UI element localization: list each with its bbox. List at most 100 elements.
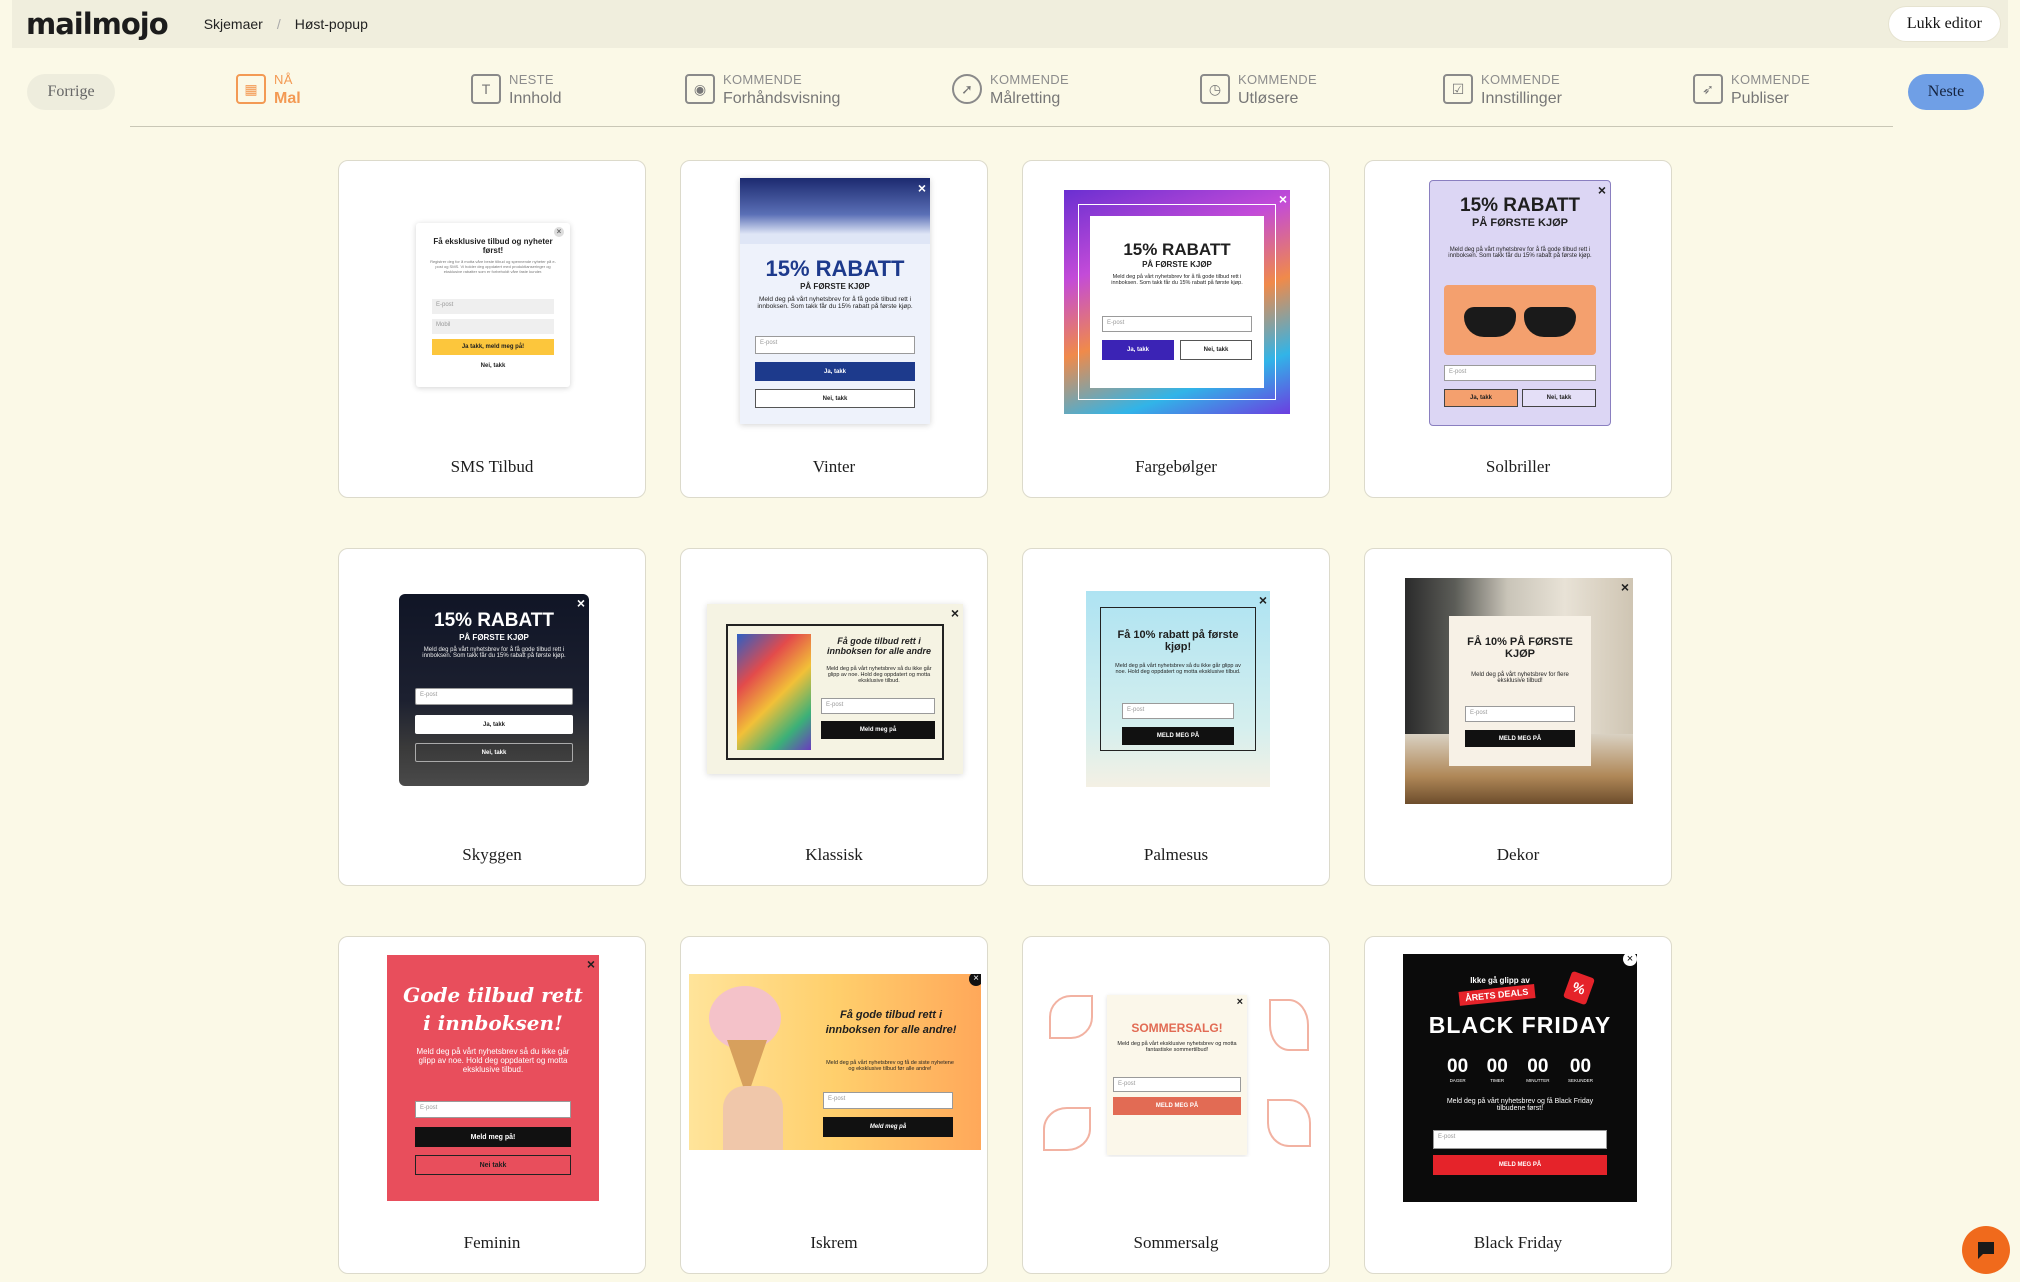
preview-tag: ÅRETS DEALS	[1458, 984, 1536, 1006]
close-editor-button[interactable]: Lukk editor	[1888, 7, 2000, 41]
preview-email-input: E-post	[1433, 1130, 1607, 1149]
mailmojo-logo[interactable]: mailmojo	[26, 7, 169, 41]
preview-cta-button: MELD MEG PÅ	[1465, 730, 1575, 747]
preview-email-input: E-post	[432, 299, 554, 314]
step-utlosere[interactable]: ◷ KOMMENDE Utløsere	[1200, 70, 1317, 108]
preview-body: Meld deg på vårt eksklusive nyhetsbrev o…	[1117, 1041, 1237, 1053]
preview-body: Meld deg på vårt nyhetsbrev så du ikke g…	[826, 666, 932, 684]
step-name: Forhåndsvisning	[723, 90, 841, 107]
step-name: Innhold	[509, 90, 562, 107]
preview-cta-button: MELD MEG PÅ	[1113, 1097, 1241, 1115]
checklist-icon: ☑	[1443, 74, 1473, 104]
preview-email-input: E-post	[821, 698, 935, 714]
template-preview: × 15% RABATT PÅ FØRSTE KJØP Meld deg på …	[399, 594, 589, 786]
steps-divider	[130, 126, 1893, 127]
template-name: SMS Tilbud	[450, 457, 534, 476]
preview-subheadline: PÅ FØRSTE KJØP	[800, 282, 870, 291]
close-icon: ×	[1620, 579, 1629, 595]
step-status: NÅ	[274, 72, 293, 87]
breadcrumb-current: Høst-popup	[294, 16, 368, 32]
template-card-black-friday[interactable]: × Ikke gå glipp av ÅRETS DEALS % BLACK F…	[1364, 936, 1672, 1274]
countdown-minutes: 00	[1527, 1056, 1549, 1077]
countdown-unit: TIMER	[1490, 1078, 1505, 1083]
breadcrumb-separator: /	[276, 16, 281, 32]
template-name: Iskrem	[810, 1233, 858, 1252]
leaf-decoration	[1269, 999, 1309, 1051]
preview-no-button: Nei takk	[415, 1155, 571, 1175]
close-icon: ×	[1258, 592, 1267, 608]
close-icon: ×	[950, 605, 959, 621]
preview-body: Meld deg på vårt nyhetsbrev og få Black …	[1446, 1098, 1594, 1112]
chat-icon	[1978, 1242, 1994, 1259]
preview-no-button: Nei, takk	[755, 389, 915, 408]
template-card-dekor[interactable]: × FÅ 10% PÅ FØRSTE KJØP Meld deg på vårt…	[1364, 548, 1672, 886]
previous-button[interactable]: Forrige	[27, 74, 115, 110]
step-innstillinger[interactable]: ☑ KOMMENDE Innstillinger	[1443, 70, 1562, 108]
preview-yes-button: Ja takk, meld meg på!	[432, 339, 554, 355]
countdown-unit: MINUTTER	[1526, 1078, 1550, 1083]
preview-title: SOMMERSALG!	[1131, 1021, 1223, 1035]
step-forhandsvisning[interactable]: ◉ KOMMENDE Forhåndsvisning	[685, 70, 840, 108]
template-preview: × Få gode tilbud rett i innboksen for al…	[689, 974, 981, 1150]
template-card-klassisk[interactable]: × Få gode tilbud rett i innboksen for al…	[680, 548, 988, 886]
template-name: Klassisk	[805, 845, 863, 864]
preview-cta-button: MELD MEG PÅ	[1433, 1155, 1607, 1175]
shopping-image	[737, 634, 811, 750]
preview-headline: 15% RABATT	[1123, 240, 1231, 259]
step-mal[interactable]: ▦ NÅ Mal	[236, 70, 301, 108]
step-status: KOMMENDE	[723, 72, 802, 87]
close-icon: ×	[1623, 954, 1637, 966]
preview-email-input: E-post	[415, 688, 573, 705]
template-card-palmesus[interactable]: × Få 10% rabatt på første kjøp! Meld deg…	[1022, 548, 1330, 886]
template-card-solbriller[interactable]: × 15% RABATT PÅ FØRSTE KJØP Meld deg på …	[1364, 160, 1672, 498]
step-name: Målretting	[990, 90, 1061, 107]
step-status: NESTE	[509, 72, 554, 87]
eye-icon: ◉	[685, 74, 715, 104]
template-name: Vinter	[812, 457, 856, 476]
template-card-feminin[interactable]: × Gode tilbud rett i innboksen! Meld deg…	[338, 936, 646, 1274]
template-card-iskrem[interactable]: × Få gode tilbud rett i innboksen for al…	[680, 936, 988, 1274]
close-icon: ×	[586, 956, 595, 972]
preview-body: Meld deg på vårt nyhetsbrev så du ikke g…	[1115, 663, 1241, 675]
close-icon: ×	[1236, 996, 1243, 1008]
template-preview: × 15% RABATT PÅ FØRSTE KJØP Meld deg på …	[1064, 190, 1290, 414]
step-publiser[interactable]: ➶ KOMMENDE Publiser	[1693, 70, 1810, 108]
breadcrumb-root[interactable]: Skjemaer	[204, 16, 263, 32]
preview-cta-button: MELD MEG PÅ	[1122, 727, 1234, 745]
chat-launcher-button[interactable]	[1962, 1226, 2010, 1274]
template-name: Solbriller	[1485, 457, 1551, 476]
template-preview: × FÅ 10% PÅ FØRSTE KJØP Meld deg på vårt…	[1405, 578, 1633, 804]
preview-email-input: E-post	[1444, 365, 1596, 381]
step-name: Innstillinger	[1481, 90, 1562, 107]
preview-yes-button: Ja, takk	[415, 715, 573, 734]
preview-email-input: E-post	[1122, 703, 1234, 719]
preview-headline: 15% RABATT	[1460, 195, 1580, 216]
preview-email-input: E-post	[823, 1092, 953, 1109]
preview-body: Meld deg på vårt nyhetsbrev for å få god…	[422, 647, 566, 659]
template-card-fargebolger[interactable]: × 15% RABATT PÅ FØRSTE KJØP Meld deg på …	[1022, 160, 1330, 498]
preview-body: Meld deg på vårt nyhetsbrev og få de sis…	[826, 1060, 954, 1072]
countdown-seconds: 00	[1569, 1056, 1592, 1077]
step-malretting[interactable]: ➚ KOMMENDE Målretting	[952, 70, 1069, 108]
step-innhold[interactable]: T NESTE Innhold	[471, 70, 562, 108]
preview-body: Meld deg på vårt nyhetsbrev for å få god…	[1448, 247, 1592, 259]
close-icon: ×	[917, 180, 926, 196]
template-card-skyggen[interactable]: × 15% RABATT PÅ FØRSTE KJØP Meld deg på …	[338, 548, 646, 886]
preview-body: Meld deg på vårt nyhetsbrev for flere ek…	[1471, 672, 1569, 684]
preview-body: Meld deg på vårt nyhetsbrev for å få god…	[757, 296, 913, 310]
template-preview: × Ikke gå glipp av ÅRETS DEALS % BLACK F…	[1403, 954, 1637, 1202]
template-card-sommersalg[interactable]: × SOMMERSALG! Meld deg på vårt eksklusiv…	[1022, 936, 1330, 1274]
template-card-sms-tilbud[interactable]: × Få eksklusive tilbud og nyheter først!…	[338, 160, 646, 498]
preview-title: BLACK FRIDAY	[1428, 1012, 1612, 1038]
preview-title: Få eksklusive tilbud og nyheter først!	[433, 237, 553, 255]
preview-subheadline: PÅ FØRSTE KJØP	[1472, 217, 1568, 229]
step-name: Mal	[274, 90, 301, 107]
next-button[interactable]: Neste	[1908, 74, 1984, 110]
preview-no-button: Nei, takk	[415, 743, 573, 762]
template-name: Sommersalg	[1133, 1233, 1219, 1252]
template-card-vinter[interactable]: × 15% RABATT PÅ FØRSTE KJØP Meld deg på …	[680, 160, 988, 498]
step-name: Publiser	[1731, 90, 1789, 107]
countdown: 00 DAGER 00 TIMER 00 MINUTTER 00 SEKUNDER	[1447, 1056, 1593, 1083]
template-preview: × Få gode tilbud rett i innboksen for al…	[707, 604, 963, 774]
preview-email-input: E-post	[415, 1101, 571, 1118]
